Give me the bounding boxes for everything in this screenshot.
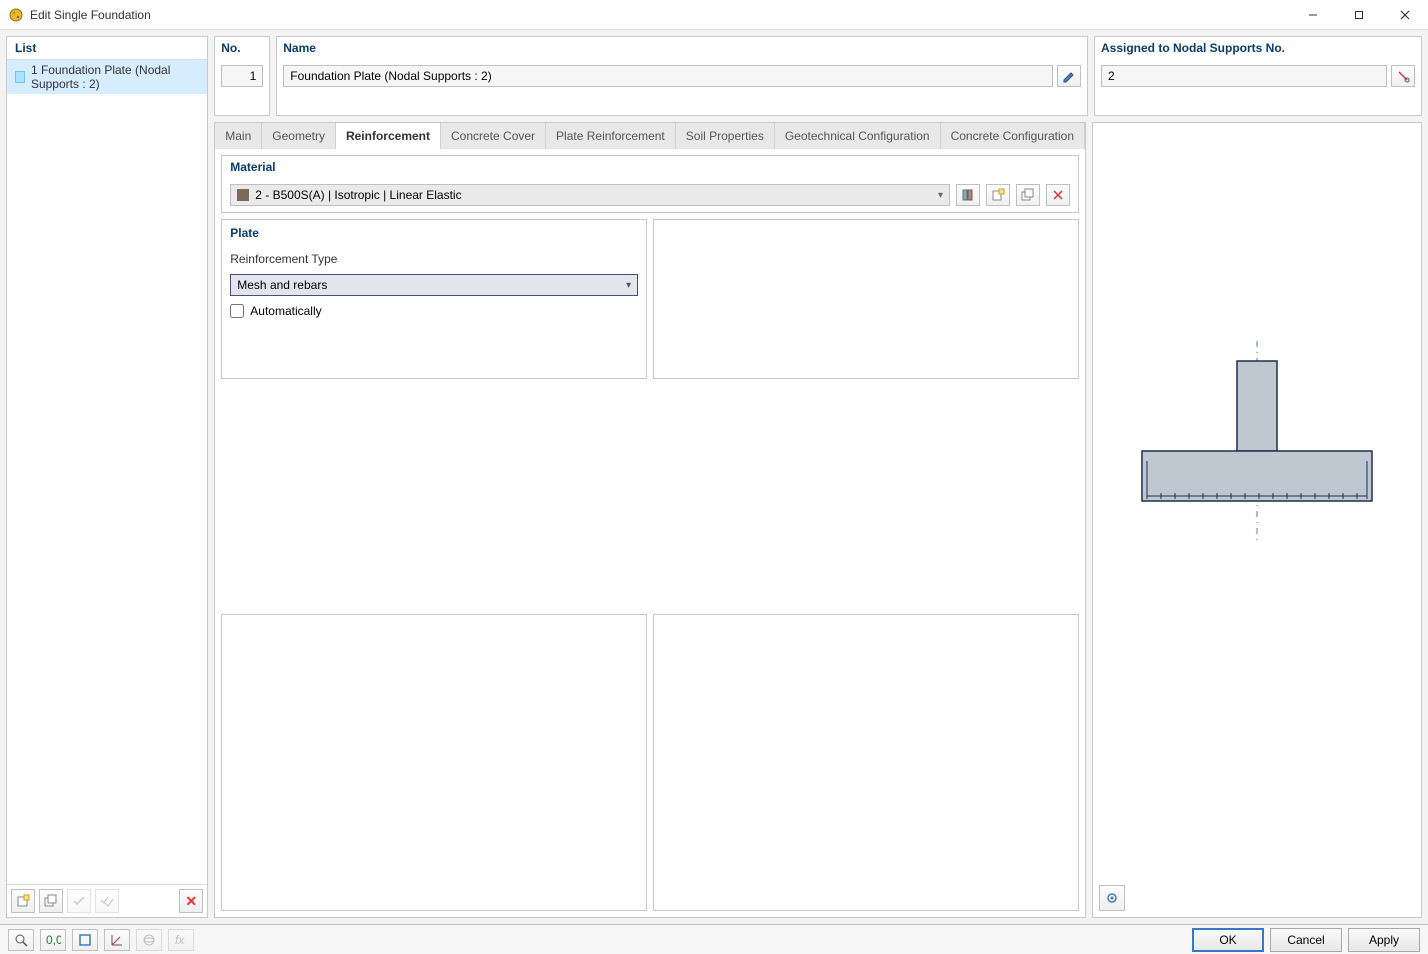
- delete-button[interactable]: ✕: [179, 889, 203, 913]
- fx-button: fx: [168, 929, 194, 951]
- svg-text:fx: fx: [175, 933, 185, 947]
- square-icon: [78, 933, 92, 947]
- pick-node-button[interactable]: [1391, 65, 1415, 87]
- assigned-input[interactable]: [1101, 65, 1387, 87]
- plate-header: Plate: [230, 226, 638, 244]
- pencil-icon: [1062, 69, 1076, 83]
- no-input[interactable]: [221, 65, 263, 87]
- units-button[interactable]: 0,00: [40, 929, 66, 951]
- mode1-button[interactable]: [72, 929, 98, 951]
- material-duplicate-button[interactable]: [1016, 184, 1040, 206]
- color-swatch: [15, 71, 25, 83]
- material-select[interactable]: 2 - B500S(A) | Isotropic | Linear Elasti…: [230, 184, 950, 206]
- reinforcement-type-select[interactable]: Mesh and rebars ▾: [230, 274, 638, 296]
- auto-checkbox-label: Automatically: [250, 304, 321, 318]
- delete-icon: [1051, 188, 1065, 202]
- axes-icon: [110, 933, 124, 947]
- tab-concrete-configuration[interactable]: Concrete Configuration: [941, 123, 1085, 149]
- name-label: Name: [277, 37, 1087, 59]
- tabstrip: Main Geometry Reinforcement Concrete Cov…: [215, 123, 1085, 149]
- units-icon: 0,00: [45, 933, 61, 947]
- material-swatch: [237, 189, 249, 201]
- duplicate-icon: [1021, 188, 1035, 202]
- fx-icon: fx: [174, 933, 188, 947]
- tabs-panel: Main Geometry Reinforcement Concrete Cov…: [214, 122, 1086, 918]
- chevron-down-icon: ▾: [938, 190, 943, 201]
- preview-settings-button[interactable]: [1099, 885, 1125, 911]
- find-button[interactable]: [8, 929, 34, 951]
- no-label: No.: [215, 37, 269, 59]
- tab-geometry[interactable]: Geometry: [262, 123, 336, 149]
- preview-toolbar: [1099, 885, 1125, 911]
- check-button: [67, 889, 91, 913]
- minimize-button[interactable]: [1290, 0, 1336, 30]
- chevron-down-icon: ▾: [626, 280, 631, 291]
- plate-section: Plate Reinforcement Type Mesh and rebars…: [221, 219, 647, 379]
- material-library-button[interactable]: [956, 184, 980, 206]
- tab-concrete-cover[interactable]: Concrete Cover: [441, 123, 546, 149]
- mode3-button: [136, 929, 162, 951]
- reinforcement-type-value: Mesh and rebars: [237, 278, 327, 292]
- pick-icon: [1396, 69, 1410, 83]
- cancel-button[interactable]: Cancel: [1270, 928, 1342, 952]
- blank-cell-1: [653, 219, 1079, 379]
- tab-plate-reinforcement[interactable]: Plate Reinforcement: [546, 123, 676, 149]
- center-area: No. Name Assigned to Nodal Suppor: [214, 36, 1422, 918]
- globe-icon: [142, 933, 156, 947]
- no-panel: No.: [214, 36, 270, 116]
- tab-main[interactable]: Main: [215, 123, 262, 149]
- name-panel: Name: [276, 36, 1088, 116]
- tab-soil-properties[interactable]: Soil Properties: [676, 123, 775, 149]
- app-icon: [8, 7, 24, 23]
- new-icon: [991, 188, 1005, 202]
- material-section: Material 2 - B500S(A) | Isotropic | Line…: [221, 155, 1079, 213]
- foundation-drawing: [1127, 341, 1387, 541]
- material-delete-button[interactable]: [1046, 184, 1070, 206]
- gear-icon: [1104, 890, 1120, 906]
- auto-checkbox-row[interactable]: Automatically: [230, 304, 638, 318]
- apply-button[interactable]: Apply: [1348, 928, 1420, 952]
- delete-icon: ✕: [185, 893, 197, 910]
- tab-reinforcement[interactable]: Reinforcement: [336, 123, 441, 149]
- blank-cell-3: [653, 614, 1079, 911]
- list-item[interactable]: 1 Foundation Plate (Nodal Supports : 2): [7, 60, 207, 94]
- close-button[interactable]: [1382, 0, 1428, 30]
- left-list-panel: List 1 Foundation Plate (Nodal Supports …: [6, 36, 208, 918]
- material-new-button[interactable]: [986, 184, 1010, 206]
- check-all-button: [95, 889, 119, 913]
- name-input[interactable]: [283, 65, 1053, 87]
- list-item-label: 1 Foundation Plate (Nodal Supports : 2): [31, 63, 199, 91]
- book-icon: [961, 188, 975, 202]
- top-fields: No. Name Assigned to Nodal Suppor: [214, 36, 1422, 116]
- preview-canvas[interactable]: [1092, 122, 1422, 918]
- assigned-panel: Assigned to Nodal Supports No.: [1094, 36, 1422, 116]
- edit-name-button[interactable]: [1057, 65, 1081, 87]
- auto-checkbox[interactable]: [230, 304, 244, 318]
- blank-cell-2: [221, 614, 647, 911]
- new-button[interactable]: [11, 889, 35, 913]
- assigned-label: Assigned to Nodal Supports No.: [1095, 37, 1421, 59]
- left-toolbar: ✕: [7, 884, 207, 917]
- ok-button[interactable]: OK: [1192, 928, 1264, 952]
- preview-column: [1092, 122, 1422, 918]
- reinforcement-type-label: Reinforcement Type: [230, 252, 638, 266]
- material-selected-label: 2 - B500S(A) | Isotropic | Linear Elasti…: [255, 188, 461, 202]
- svg-text:0,00: 0,00: [46, 933, 61, 947]
- window-title: Edit Single Foundation: [30, 8, 1290, 22]
- tab-body: Material 2 - B500S(A) | Isotropic | Line…: [215, 149, 1085, 917]
- maximize-button[interactable]: [1336, 0, 1382, 30]
- mode2-button[interactable]: [104, 929, 130, 951]
- duplicate-button[interactable]: [39, 889, 63, 913]
- title-bar: Edit Single Foundation: [0, 0, 1428, 30]
- bottom-bar: 0,00 fx OK Cancel Apply: [0, 924, 1428, 954]
- window-controls: [1290, 0, 1428, 30]
- tab-geotechnical-configuration[interactable]: Geotechnical Configuration: [775, 123, 941, 149]
- magnifier-icon: [14, 933, 28, 947]
- list-header: List: [7, 37, 207, 60]
- material-header: Material: [222, 156, 1078, 178]
